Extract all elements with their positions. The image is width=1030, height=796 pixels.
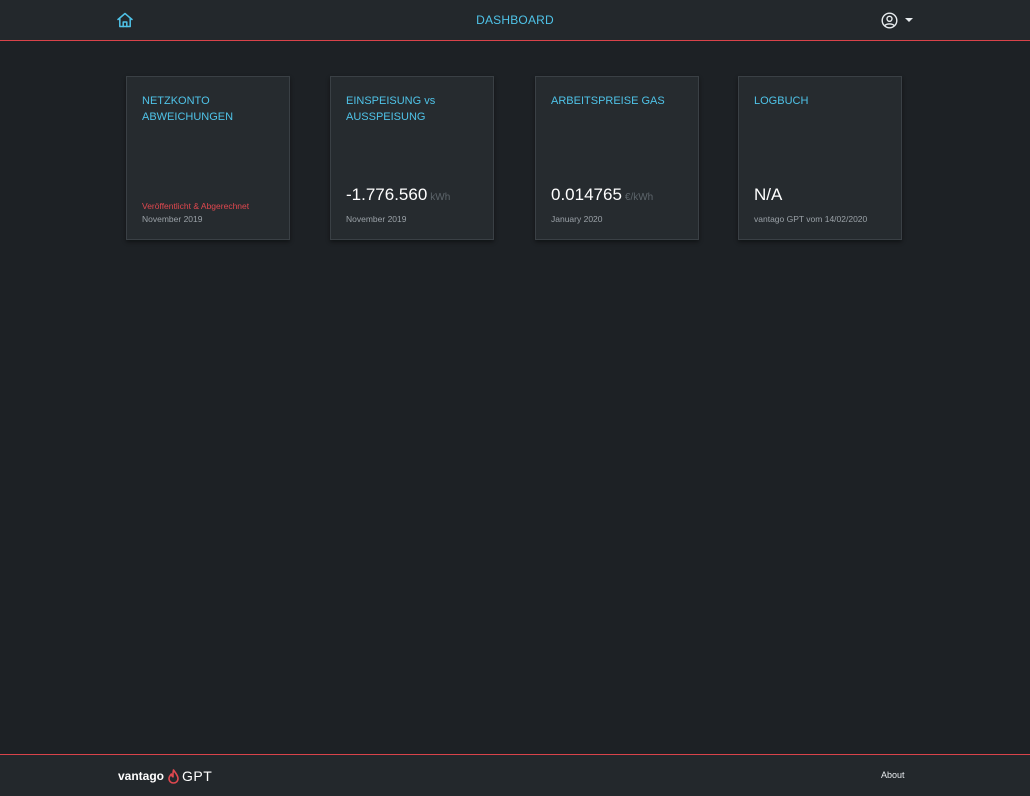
user-circle-icon bbox=[881, 11, 898, 29]
brand-product: GPT bbox=[182, 768, 213, 784]
card-unit: €/kWh bbox=[624, 192, 654, 203]
about-link[interactable]: About bbox=[881, 770, 905, 780]
card-netzkonto-abweichungen[interactable]: NETZKONTO ABWEICHUNGEN Veröffentlicht & … bbox=[126, 76, 290, 240]
card-unit: kWh bbox=[430, 192, 451, 203]
card-value-row: 0.014765 €/kWh bbox=[551, 185, 653, 205]
caret-down-icon bbox=[905, 18, 913, 22]
card-value: N/A bbox=[754, 185, 783, 204]
brand-logo: vantago GPT bbox=[118, 767, 212, 785]
home-button[interactable] bbox=[116, 11, 134, 29]
card-title: EINSPEISUNG vs AUSSPEISUNG bbox=[346, 95, 436, 123]
card-title: NETZKONTO ABWEICHUNGEN bbox=[142, 95, 234, 123]
card-einspeisung-vs-ausspeisung[interactable]: EINSPEISUNG vs AUSSPEISUNG -1.776.560 kWh… bbox=[330, 76, 494, 240]
card-subtitle: November 2019 bbox=[142, 214, 203, 224]
card-value: -1.776.560 bbox=[346, 185, 428, 204]
brand-name: vantago bbox=[118, 769, 165, 783]
card-value-row: N/A bbox=[754, 185, 782, 205]
home-icon bbox=[116, 11, 134, 29]
card-value-row: -1.776.560 kWh bbox=[346, 185, 450, 205]
card-value: 0.014765 bbox=[551, 185, 622, 204]
footer: vantago GPT About bbox=[0, 754, 1030, 796]
page-title: DASHBOARD bbox=[476, 13, 554, 27]
flame-icon bbox=[168, 768, 179, 784]
card-title: ARBEITSPREISE GAS bbox=[551, 95, 665, 107]
card-subtitle: November 2019 bbox=[346, 214, 407, 224]
card-arbeitspreise-gas[interactable]: ARBEITSPREISE GAS 0.014765 €/kWh January … bbox=[535, 76, 699, 240]
user-menu-button[interactable] bbox=[881, 11, 913, 29]
card-subtitle: January 2020 bbox=[551, 214, 603, 224]
card-subtitle: vantago GPT vom 14/02/2020 bbox=[754, 214, 868, 224]
top-navbar: DASHBOARD bbox=[0, 0, 1030, 41]
card-logbuch[interactable]: LOGBUCH N/A vantago GPT vom 14/02/2020 bbox=[738, 76, 902, 240]
card-title: LOGBUCH bbox=[754, 95, 809, 107]
card-status: Veröffentlicht & Abgerechnet bbox=[142, 201, 250, 211]
